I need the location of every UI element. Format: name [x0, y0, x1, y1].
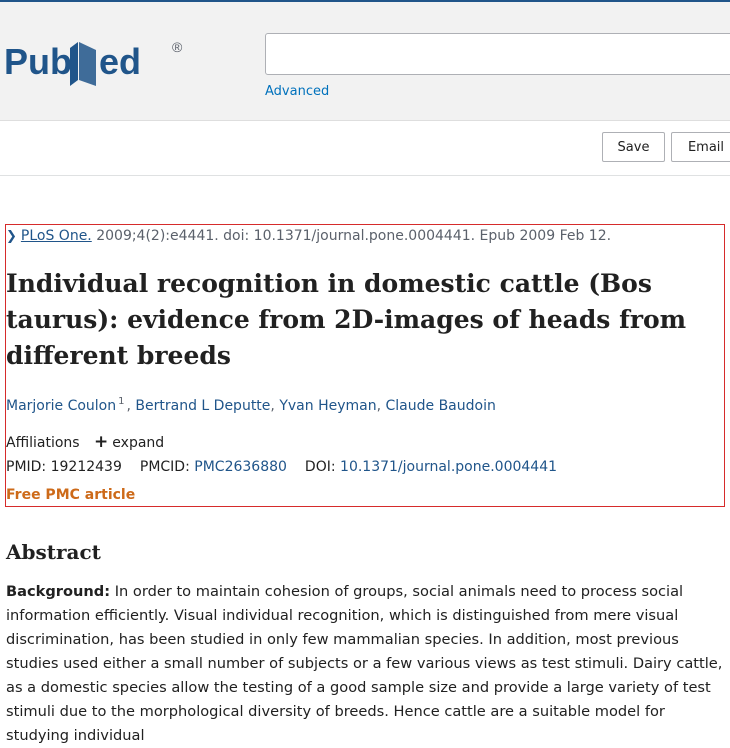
free-pmc-badge[interactable]: Free PMC article — [6, 487, 135, 503]
pubmed-logo-icon[interactable]: Pub ed ® — [4, 32, 194, 92]
affiliations-label: Affiliations — [6, 435, 80, 451]
advanced-search-link[interactable]: Advanced — [265, 84, 329, 99]
pmid-label: PMID: — [6, 459, 47, 475]
pmcid-label: PMCID: — [139, 459, 190, 475]
expand-label: expand — [112, 435, 165, 451]
author-separator: , — [376, 398, 386, 414]
author-list: Marjorie Coulon 1, Bertrand L Deputte, Yv… — [6, 396, 496, 414]
citation-line: ❯ PLoS One. 2009;4(2):e4441. doi: 10.1371… — [6, 228, 611, 244]
journal-link[interactable]: PLoS One. — [21, 228, 92, 244]
expand-affiliations-button[interactable]: + expand — [94, 432, 165, 452]
author-link[interactable]: Yvan Heyman — [279, 398, 376, 414]
svg-text:®: ® — [172, 39, 183, 55]
doi-link[interactable]: 10.1371/journal.pone.0004441 — [340, 459, 557, 475]
affiliations-row: Affiliations + expand — [6, 432, 164, 452]
doi-label: DOI: — [304, 459, 336, 475]
svg-text:ed: ed — [99, 41, 141, 82]
email-button[interactable]: Email — [671, 132, 730, 162]
article-title: Individual recognition in domestic cattl… — [6, 269, 687, 370]
pmcid-link[interactable]: PMC2636880 — [194, 459, 287, 475]
author-link[interactable]: Marjorie Coulon — [6, 398, 116, 414]
abstract-heading: Abstract — [6, 540, 101, 564]
action-toolbar: Save Email — [0, 121, 730, 176]
author-link[interactable]: Claude Baudoin — [386, 398, 496, 414]
abstract-lead: Background: — [6, 583, 111, 600]
pmid-value: 19212439 — [50, 459, 122, 475]
abstract-text: Background: In order to maintain cohesio… — [6, 580, 730, 748]
identifiers-row: PMID: 19212439 PMCID: PMC2636880 DOI: 10.1… — [6, 459, 557, 475]
chevron-right-icon[interactable]: ❯ — [6, 229, 17, 244]
save-button[interactable]: Save — [602, 132, 665, 162]
abstract-body: In order to maintain cohesion of groups,… — [6, 583, 723, 744]
citation-details: 2009;4(2):e4441. doi: 10.1371/journal.po… — [91, 228, 612, 244]
affiliation-ref[interactable]: 1 — [118, 396, 124, 407]
author-separator: , — [270, 398, 280, 414]
author-link[interactable]: Bertrand L Deputte — [135, 398, 270, 414]
header: Pub ed ® Advanced — [0, 2, 730, 121]
svg-text:Pub: Pub — [4, 41, 72, 82]
plus-icon: + — [94, 432, 109, 452]
search-input[interactable] — [265, 33, 730, 75]
